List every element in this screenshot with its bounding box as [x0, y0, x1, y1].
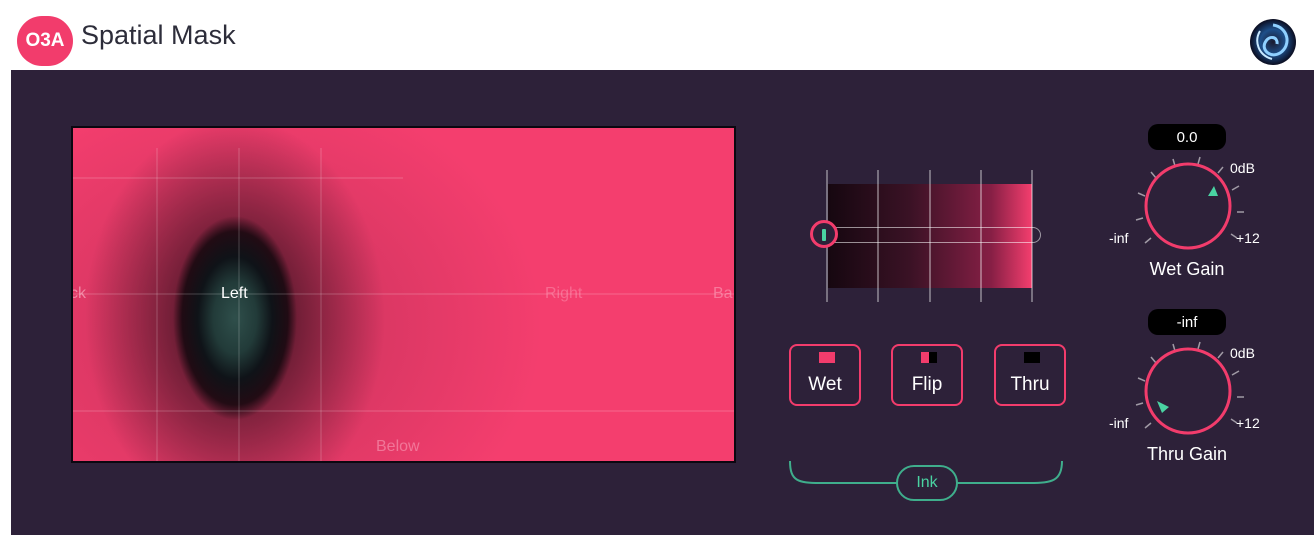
- thru-swatch-icon: [1024, 352, 1040, 363]
- wet-gain-unity-label: 0dB: [1230, 160, 1255, 176]
- flip-ink-label: Flip: [911, 374, 943, 395]
- thru-gain-max-label: +12: [1236, 415, 1260, 431]
- map-label-back: ck: [71, 285, 86, 302]
- ink-group-label[interactable]: Ink: [896, 465, 958, 501]
- wet-gain-min-label: -inf: [1109, 230, 1129, 246]
- wet-gain-label: Wet Gain: [1149, 259, 1225, 279]
- flip-swatch-icon: [921, 352, 937, 363]
- thru-gain-knob[interactable]: -inf +12 0dB Thru Gain: [1109, 331, 1260, 464]
- thru-ink-button[interactable]: Thru: [994, 344, 1066, 406]
- plugin-title: Spatial Mask: [81, 20, 236, 50]
- map-label-left: Left: [221, 285, 248, 302]
- wet-gain-knob[interactable]: -inf +12 0dB Wet Gain: [1109, 146, 1260, 279]
- wet-ink-label: Wet: [808, 374, 842, 395]
- header-bar: O3A Spatial Mask: [0, 0, 1314, 70]
- spiral-logo-icon[interactable]: [1248, 17, 1298, 67]
- thru-gain-min-label: -inf: [1109, 415, 1129, 431]
- wet-gain-max-label: +12: [1236, 230, 1260, 246]
- ink-strength-thumb[interactable]: [810, 220, 838, 248]
- ink-strength-track[interactable]: [825, 227, 1041, 243]
- thru-gain-label: Thru Gain: [1146, 444, 1228, 464]
- map-label-below: Below: [376, 438, 420, 455]
- wet-swatch-icon: [819, 352, 835, 363]
- map-label-right: Right: [545, 285, 583, 302]
- thru-gain-unity-label: 0dB: [1230, 345, 1255, 361]
- flip-ink-button[interactable]: Flip: [891, 344, 963, 406]
- spatial-mask-map[interactable]: ck Left Right Ba Below: [71, 126, 736, 463]
- map-label-back-right: Ba: [713, 285, 733, 302]
- map-grid: [73, 148, 734, 461]
- wet-ink-button[interactable]: Wet: [789, 344, 861, 406]
- thru-ink-label: Thru: [1010, 374, 1050, 395]
- plugin-badge: O3A: [17, 16, 73, 66]
